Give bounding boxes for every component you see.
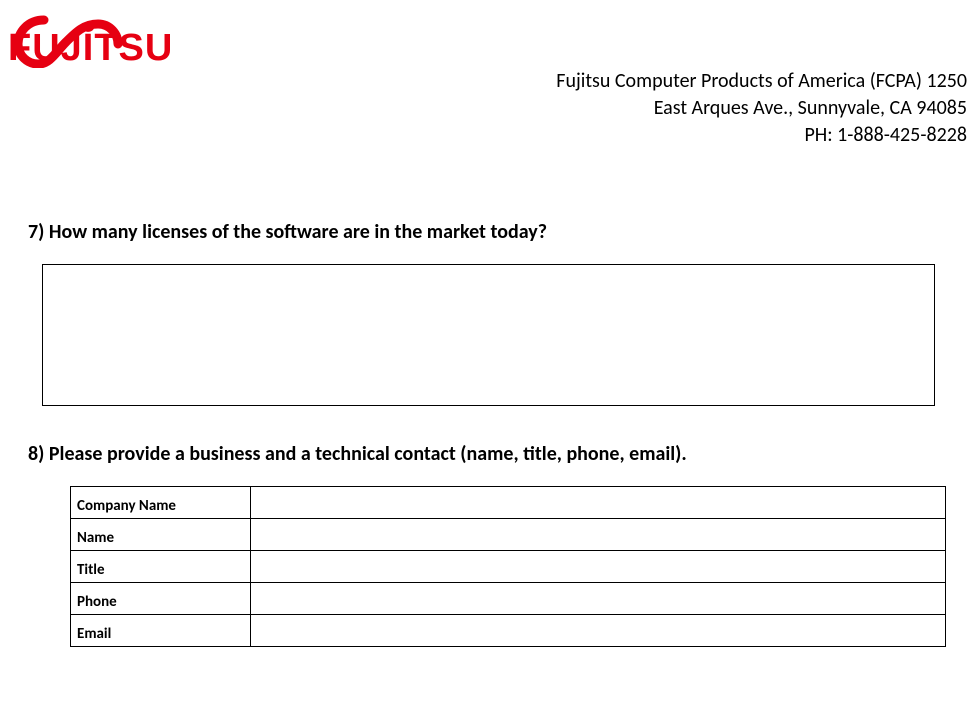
label-email: Email [71,615,251,647]
label-title: Title [71,551,251,583]
contact-table: Company Name Name Title Phone Email [70,486,946,647]
row-email: Email [71,615,946,647]
header-line-3: PH: 1-888-425-8228 [556,122,967,149]
row-name: Name [71,519,946,551]
header-address-block: Fujitsu Computer Products of America (FC… [556,68,967,149]
value-company-name[interactable] [251,487,946,519]
header-line-1: Fujitsu Computer Products of America (FC… [556,68,967,95]
fujitsu-logo: FUJĬTSU [8,10,188,73]
question-8-label: 8) Please provide a business and a techn… [28,442,947,466]
row-title: Title [71,551,946,583]
row-company-name: Company Name [71,487,946,519]
fujitsu-logo-svg: FUJĬTSU [8,10,188,68]
value-phone[interactable] [251,583,946,615]
form-content: 7) How many licenses of the software are… [28,220,947,647]
value-name[interactable] [251,519,946,551]
question-7-label: 7) How many licenses of the software are… [28,220,947,244]
label-company-name: Company Name [71,487,251,519]
label-phone: Phone [71,583,251,615]
logo-text: FUJĬTSU [8,25,173,68]
row-phone: Phone [71,583,946,615]
value-title[interactable] [251,551,946,583]
label-name: Name [71,519,251,551]
question-7-answer-box[interactable] [42,264,935,406]
header-line-2: East Arques Ave., Sunnyvale, CA 94085 [556,95,967,122]
value-email[interactable] [251,615,946,647]
